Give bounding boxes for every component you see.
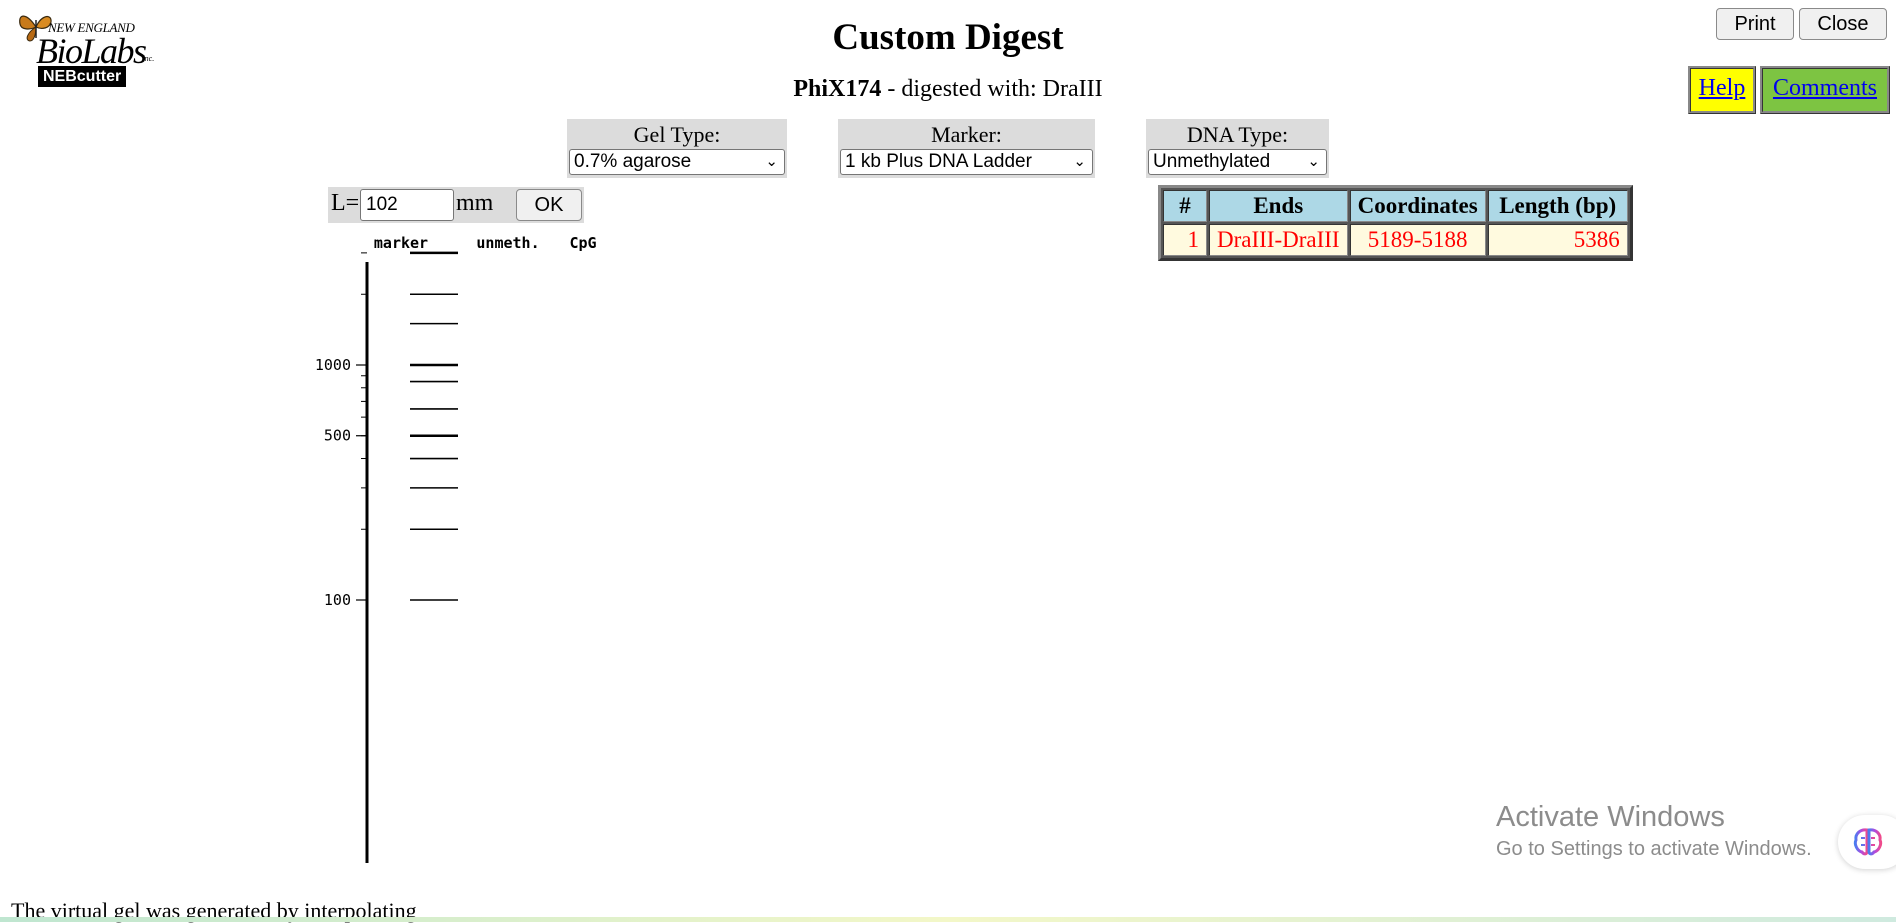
- length-unit: mm: [456, 190, 494, 216]
- axis-tick-label: 1000: [315, 356, 351, 374]
- table-header-row: # Ends Coordinates Length (bp): [1163, 190, 1628, 222]
- axis-tick-label: 100: [324, 591, 351, 609]
- print-button[interactable]: Print: [1716, 8, 1794, 40]
- lane-label-cpg: CpG: [569, 234, 596, 252]
- watermark-line-1: Activate Windows: [1496, 801, 1725, 833]
- help-link[interactable]: Help: [1699, 75, 1746, 101]
- help-box: Help: [1688, 66, 1756, 114]
- axis-major-ticks: 1000050001000500100: [315, 356, 367, 609]
- fragments-table: # Ends Coordinates Length (bp) 1 DraIII-…: [1158, 185, 1633, 261]
- marker-lane: [410, 251, 458, 601]
- chevron-down-icon: ⌄: [1073, 153, 1086, 170]
- sequence-name: PhiX174: [793, 76, 882, 102]
- col-header-coordinates: Coordinates: [1349, 190, 1486, 222]
- cell-num: 1: [1163, 224, 1207, 256]
- gel-type-select[interactable]: 0.7% agarose ⌄: [569, 149, 785, 175]
- col-header-ends: Ends: [1209, 190, 1348, 222]
- lane-label-unmeth: unmeth.: [476, 234, 539, 252]
- watermark-line-2: Go to Settings to activate Windows.: [1496, 838, 1812, 860]
- chevron-down-icon: ⌄: [1307, 153, 1320, 170]
- gel-type-control: Gel Type: 0.7% agarose ⌄: [567, 119, 787, 178]
- cell-ends: DraIII-DraIII: [1209, 224, 1348, 256]
- bottom-accent-bar: [0, 917, 1896, 922]
- gel-length-control: L= 102 mm OK: [328, 187, 584, 223]
- marker-label: Marker:: [931, 122, 1002, 147]
- cell-length: 5386: [1487, 224, 1628, 256]
- digest-description: - digested with: DraIII: [881, 76, 1103, 102]
- dna-type-label: DNA Type:: [1186, 122, 1289, 147]
- gel-length-input[interactable]: 102: [360, 189, 454, 221]
- ok-button[interactable]: OK: [516, 189, 582, 221]
- brain-icon: [1853, 828, 1883, 856]
- comments-box: Comments: [1760, 66, 1890, 114]
- cell-coordinates: 5189-5188: [1349, 224, 1486, 256]
- comments-link[interactable]: Comments: [1773, 75, 1877, 101]
- page-title: Custom Digest: [832, 17, 1064, 58]
- axis-tick-label: 500: [324, 427, 351, 445]
- assistant-button[interactable]: [1838, 815, 1896, 869]
- gel-type-label: Gel Type:: [633, 122, 721, 147]
- marker-value: 1 kb Plus DNA Ladder: [845, 151, 1032, 172]
- close-button[interactable]: Close: [1799, 8, 1887, 40]
- marker-select[interactable]: 1 kb Plus DNA Ladder ⌄: [840, 149, 1093, 175]
- col-header-num: #: [1163, 190, 1207, 222]
- dna-type-value: Unmethylated: [1153, 151, 1271, 172]
- virtual-gel: marker unmeth. CpG 1000050001000500100: [315, 234, 597, 863]
- length-prefix: L=: [331, 190, 360, 216]
- marker-control: Marker: 1 kb Plus DNA Ladder ⌄: [838, 119, 1095, 178]
- dna-type-select[interactable]: Unmethylated ⌄: [1148, 149, 1327, 175]
- page-subtitle: PhiX174 - digested with: DraIII: [0, 76, 1896, 103]
- gel-type-value: 0.7% agarose: [574, 151, 692, 172]
- col-header-length: Length (bp): [1487, 190, 1628, 222]
- chevron-down-icon: ⌄: [765, 153, 778, 170]
- dna-type-control: DNA Type: Unmethylated ⌄: [1146, 119, 1329, 178]
- windows-activation-watermark: Activate Windows Go to Settings to activ…: [1496, 801, 1812, 861]
- lane-label-marker: marker: [374, 234, 428, 252]
- table-row: 1 DraIII-DraIII 5189-5188 5386: [1163, 224, 1628, 256]
